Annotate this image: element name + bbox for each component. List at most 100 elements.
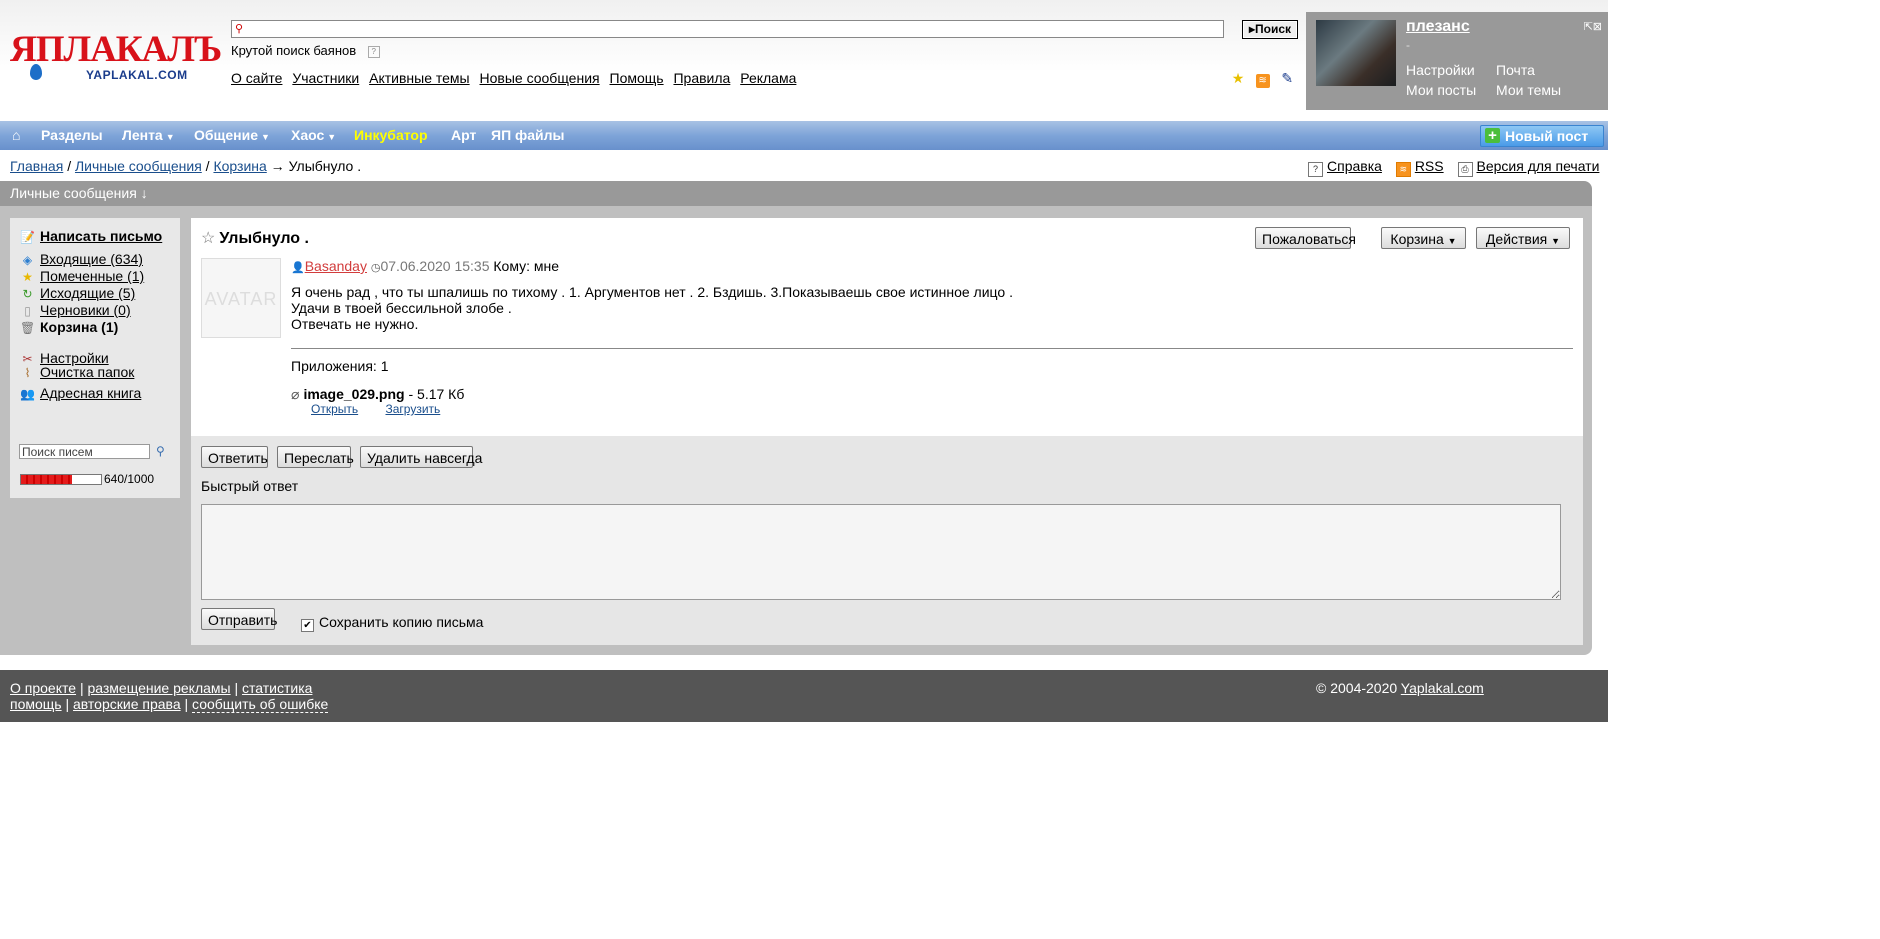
folder-trash-label[interactable]: Корзина (1) xyxy=(40,319,118,335)
trash-menu-button[interactable]: Корзина ▼ xyxy=(1381,227,1466,249)
print-link[interactable]: Версия для печати xyxy=(1477,158,1600,174)
menu-communication-label: Общение xyxy=(194,127,258,143)
user-mail-link[interactable]: Почта xyxy=(1496,62,1535,78)
crumb-pm[interactable]: Личные сообщения xyxy=(75,158,202,174)
attachment-open-link[interactable]: Открыть xyxy=(311,402,358,416)
nav-about[interactable]: О сайте xyxy=(231,70,282,86)
user-box: плезанс - ⇱⊠ Настройки Почта Мои посты М… xyxy=(1306,12,1608,110)
section-title[interactable]: Личные сообщения ↓ xyxy=(0,181,1592,206)
nav-active-topics[interactable]: Активные темы xyxy=(369,70,470,86)
nav-members[interactable]: Участники xyxy=(292,70,359,86)
menu-yp-files[interactable]: ЯП файлы xyxy=(491,127,565,143)
footer-report-error-link[interactable]: сообщить об ошибке xyxy=(192,696,329,713)
menu-sections[interactable]: Разделы xyxy=(41,127,103,143)
star-outline-icon[interactable]: ☆ xyxy=(201,230,215,247)
username-link[interactable]: плезанс xyxy=(1406,18,1470,36)
message-title: ☆ Улыбнуло . xyxy=(201,228,309,248)
pencil-icon[interactable]: ✎ xyxy=(1279,70,1295,86)
nav-ads[interactable]: Реклама xyxy=(740,70,796,86)
compose-link[interactable]: Написать письмо xyxy=(40,228,162,244)
nav-new-messages[interactable]: Новые сообщения xyxy=(480,70,600,86)
message-meta: 👤Basanday ◷07.06.2020 15:35 Кому: мне xyxy=(291,258,559,274)
attachment-download-link[interactable]: Загрузить xyxy=(385,402,440,416)
addressbook-link[interactable]: Адресная книга xyxy=(40,385,141,401)
footer-ads-link[interactable]: размещение рекламы xyxy=(87,680,230,696)
footer-stats-link[interactable]: статистика xyxy=(242,680,312,696)
forward-button[interactable]: Переслать xyxy=(277,446,354,468)
attachment-item: ⌀ image_029.png - 5.17 Кб xyxy=(291,386,464,403)
site-logo[interactable]: ЯПЛАКАЛЪ YAPLAKAL.COM xyxy=(10,30,222,90)
report-button[interactable]: Пожаловаться xyxy=(1255,227,1356,249)
footer-copyright-link[interactable]: авторские права xyxy=(73,696,181,712)
broom-icon: ⌇ xyxy=(24,366,31,380)
logout-icon[interactable]: ⇱⊠ xyxy=(1584,20,1602,33)
message-panel: ☆ Улыбнуло . Пожаловаться Корзина ▼ Дейст… xyxy=(191,218,1583,436)
folder-drafts: ▯ Черновики (0) xyxy=(20,302,131,318)
menu-communication[interactable]: Общение ▼ xyxy=(194,127,270,143)
nav-help[interactable]: Помощь xyxy=(610,70,664,86)
attachments-label: Приложения: 1 xyxy=(291,358,389,374)
help-icon[interactable]: ? xyxy=(367,45,380,58)
outbox-icon: ↻ xyxy=(22,287,33,301)
folder-inbox-link[interactable]: Входящие (634) xyxy=(40,251,143,267)
crumb-home[interactable]: Главная xyxy=(10,158,63,174)
page-tools: ? Справка ≋ RSS ⎙ Версия для печати xyxy=(1308,158,1609,177)
user-posts-link[interactable]: Мои посты xyxy=(1406,82,1476,98)
save-copy-label: Сохранить копию письма xyxy=(319,614,484,630)
copyright: © 2004-2020 Yaplakal.com xyxy=(1316,680,1484,696)
new-post-button[interactable]: + Новый пост xyxy=(1480,125,1604,147)
footer-links-row-2: помощь | авторские права | сообщить об о… xyxy=(10,696,329,713)
menu-chaos[interactable]: Хаос ▼ xyxy=(291,127,336,143)
chevron-down-icon: ▼ xyxy=(1551,236,1561,246)
save-copy-option: ✔ Сохранить копию письма xyxy=(301,614,483,632)
trash-menu-label: Корзина xyxy=(1390,231,1444,247)
mail-search-input[interactable]: Поиск писем xyxy=(19,444,150,459)
footer-help-link[interactable]: помощь xyxy=(10,696,62,712)
help-link[interactable]: Справка xyxy=(1327,158,1382,174)
inbox-icon: ◈ xyxy=(22,253,33,267)
user-avatar[interactable] xyxy=(1316,20,1396,86)
save-copy-checkbox[interactable]: ✔ xyxy=(301,619,314,632)
menu-incubator[interactable]: Инкубатор xyxy=(354,127,428,143)
user-topics-link[interactable]: Мои темы xyxy=(1496,82,1561,98)
folder-drafts-link[interactable]: Черновики (0) xyxy=(40,302,131,318)
menu-feed-label: Лента xyxy=(122,127,163,143)
favorites-star-icon[interactable]: ★ xyxy=(1230,70,1246,86)
rss-icon[interactable]: ≋ xyxy=(1255,74,1270,88)
search-input[interactable]: ⚲ xyxy=(231,20,1224,38)
delete-forever-button[interactable]: Удалить навсегда xyxy=(360,446,482,468)
footer-links-row-1: О проекте | размещение рекламы | статист… xyxy=(10,680,312,696)
nav-rules[interactable]: Правила xyxy=(673,70,730,86)
crumb-trash[interactable]: Корзина xyxy=(213,158,266,174)
message-title-text: Улыбнуло . xyxy=(219,230,309,247)
menu-feed[interactable]: Лента ▼ xyxy=(122,127,175,143)
folder-starred-link[interactable]: Помеченные (1) xyxy=(40,268,144,284)
paperclip-icon: ⌀ xyxy=(291,386,300,402)
site-home-link[interactable]: Yaplakal.com xyxy=(1401,680,1484,696)
search-icon: ⚲ xyxy=(235,23,244,35)
folder-outbox-link[interactable]: Исходящие (5) xyxy=(40,285,135,301)
rss-link[interactable]: RSS xyxy=(1415,158,1444,174)
clean-folders-link[interactable]: Очистка папок xyxy=(40,364,134,380)
footer-sep: | xyxy=(184,696,189,712)
reply-button[interactable]: Ответить xyxy=(201,446,268,468)
menu-art[interactable]: Арт xyxy=(451,127,476,143)
attachment-filename: image_029.png xyxy=(303,386,405,402)
attachment-size: - 5.17 Кб xyxy=(404,386,465,402)
quick-reply-textarea[interactable] xyxy=(201,504,1561,600)
search-icon[interactable]: ⚲ xyxy=(156,444,165,458)
chevron-down-icon: ▼ xyxy=(327,132,337,142)
user-settings-link[interactable]: Настройки xyxy=(1406,62,1475,78)
send-button[interactable]: Отправить xyxy=(201,608,277,630)
trash-icon: 🗑 xyxy=(20,321,36,335)
help-icon: ? xyxy=(1308,162,1323,177)
author-link[interactable]: Basanday xyxy=(305,258,367,274)
footer-about-link[interactable]: О проекте xyxy=(10,680,76,696)
search-button[interactable]: ▸Поиск xyxy=(1242,20,1298,39)
clean-item: ⌇ Очистка папок xyxy=(20,364,135,380)
top-nav: О сайте Участники Активные темы Новые со… xyxy=(231,70,802,86)
actions-menu-button[interactable]: Действия ▼ xyxy=(1476,227,1570,249)
divider xyxy=(291,348,1573,349)
chevron-down-icon: ▼ xyxy=(1447,236,1457,246)
home-icon[interactable]: ⌂ xyxy=(12,127,20,143)
